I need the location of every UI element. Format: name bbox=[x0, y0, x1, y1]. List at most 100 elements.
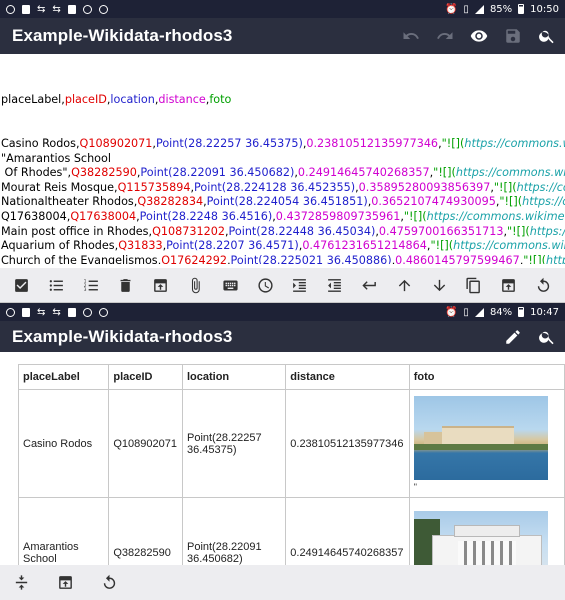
line-image-markup: "![]( bbox=[499, 195, 523, 209]
editor-line: Of Rhodes",Q38282590,Point(28.22091 36.4… bbox=[1, 166, 565, 181]
cell-distance: 0.24914645740268357 bbox=[285, 497, 410, 565]
line-placeid: Q38282590 bbox=[71, 166, 137, 180]
editor-line: Aquarium of Rhodes,Q31833,Point(28.2207 … bbox=[1, 239, 565, 254]
cell-foto bbox=[408, 497, 565, 565]
line-placeid: Q17624292 bbox=[161, 253, 227, 264]
cell-foto: " bbox=[408, 389, 565, 498]
cell-placelabel: Casino Rodos bbox=[17, 389, 110, 498]
copy-icon[interactable] bbox=[463, 274, 485, 296]
casino-photo[interactable] bbox=[413, 395, 548, 480]
open-icon[interactable] bbox=[54, 572, 76, 594]
line-distance: 0.23810512135977346 bbox=[306, 136, 439, 150]
battery-percent: 84% bbox=[489, 306, 513, 318]
app-bar-top: Example-Wikidata-rhodos3 bbox=[0, 18, 565, 54]
clock-icon[interactable] bbox=[254, 274, 276, 296]
column-header: foto bbox=[408, 364, 565, 390]
editor-header-line: placeLabel,placeID,location,distance,fot… bbox=[1, 93, 232, 107]
line-label: "Amarantios School bbox=[1, 151, 111, 165]
usb-icon: ⇆ bbox=[37, 306, 46, 318]
school-photo[interactable] bbox=[413, 510, 548, 565]
line-point: Point(28.225021 36.450886) bbox=[230, 253, 392, 264]
search-icon[interactable] bbox=[537, 327, 557, 347]
line-placeid: Q31833 bbox=[118, 239, 163, 253]
battery-icon bbox=[518, 4, 525, 14]
line-label: Q17638004, bbox=[1, 209, 71, 223]
line-placeid: Q108902071 bbox=[79, 136, 153, 150]
line-distance: 0.35895280093856397 bbox=[358, 180, 491, 194]
cell-location: Point(28.22257 36.45375) bbox=[181, 389, 287, 498]
signal-icon bbox=[474, 4, 484, 14]
save-icon bbox=[22, 4, 30, 14]
header-location: location bbox=[110, 93, 155, 107]
cell-placelabel: Amarantios School bbox=[17, 497, 110, 565]
arrow-down-icon[interactable] bbox=[428, 274, 450, 296]
cell-placeid: Q38282590 bbox=[108, 497, 183, 565]
table-header-row: placeLabel placeID location distance fot… bbox=[17, 364, 565, 390]
editor-line: Church of the Evangelismos,Q17624292,Poi… bbox=[1, 254, 565, 264]
undo-icon[interactable] bbox=[401, 26, 421, 46]
table-row: Amarantios School Q38282590 Point(28.220… bbox=[17, 497, 565, 565]
vibrate-icon: ▯ bbox=[463, 306, 469, 318]
delete-icon[interactable] bbox=[115, 274, 137, 296]
battery-percent: 85% bbox=[489, 3, 513, 15]
column-header: distance bbox=[285, 364, 410, 390]
line-label: Main post office in Rhodes, bbox=[1, 224, 153, 238]
rotate-icon[interactable] bbox=[533, 274, 555, 296]
usb-icon: ⇆ bbox=[37, 3, 46, 15]
line-image-markup: "![]( bbox=[403, 209, 427, 223]
clock-time: 10:47 bbox=[530, 306, 559, 318]
foto-caption: " bbox=[413, 481, 417, 492]
column-header: placeID bbox=[108, 364, 183, 390]
header-foto: foto bbox=[209, 93, 232, 107]
arrow-up-icon[interactable] bbox=[393, 274, 415, 296]
app-title: Example-Wikidata-rhodos3 bbox=[12, 26, 233, 45]
table-row: Casino Rodos Q108902071 Point(28.22257 3… bbox=[17, 389, 565, 498]
preview-pane[interactable]: placeLabel placeID location distance fot… bbox=[0, 352, 565, 565]
numbered-list-icon[interactable]: 123 bbox=[80, 274, 102, 296]
results-table: placeLabel placeID location distance fot… bbox=[17, 364, 565, 565]
line-distance: 0.24914645740268357 bbox=[297, 166, 430, 180]
line-url: https://commons.wikimedia.org/wiki/S bbox=[522, 195, 565, 209]
collapse-icon[interactable] bbox=[10, 572, 32, 594]
save-icon[interactable] bbox=[503, 26, 523, 46]
line-placeid: Q17638004 bbox=[70, 209, 137, 223]
rotate-icon[interactable] bbox=[98, 572, 120, 594]
search-icon[interactable] bbox=[537, 26, 557, 46]
alarm-icon: ⏰ bbox=[444, 3, 458, 15]
keyboard-icon[interactable] bbox=[219, 274, 241, 296]
outdent-icon[interactable] bbox=[324, 274, 346, 296]
enter-icon[interactable] bbox=[359, 274, 381, 296]
editor-lines: Casino Rodos,Q108902071,Point(28.22257 3… bbox=[1, 137, 565, 264]
line-distance: 0.4761231651214864 bbox=[302, 239, 427, 253]
indent-icon[interactable] bbox=[289, 274, 311, 296]
whatsapp-icon bbox=[82, 307, 92, 317]
open-icon[interactable] bbox=[498, 274, 520, 296]
alarm-icon: ⏰ bbox=[444, 306, 458, 318]
csv-editor[interactable]: placeLabel,placeID,location,distance,fot… bbox=[0, 64, 565, 264]
line-url: https://commons.wikimedia.org/wiki/S bbox=[455, 166, 565, 180]
editor-line: Main post office in Rhodes,Q108731202,Po… bbox=[1, 225, 565, 240]
export-icon[interactable] bbox=[150, 274, 172, 296]
bullet-list-icon[interactable] bbox=[45, 274, 67, 296]
editor-line: Nationaltheater Rhodos,Q38282834,Point(2… bbox=[1, 195, 565, 210]
line-url: https://commons.wikimedia.org/wiki/S bbox=[453, 239, 565, 253]
line-point: Point(28.22091 36.450682) bbox=[140, 166, 295, 180]
attachment-icon[interactable] bbox=[184, 274, 206, 296]
cell-location: Point(28.22091 36.450682) bbox=[181, 497, 287, 565]
status-bar-top: ⇆ ⇆ ⏰ ▯ 85% 10:50 bbox=[0, 0, 565, 18]
column-header: placeLabel bbox=[17, 364, 110, 390]
redo-icon[interactable] bbox=[435, 26, 455, 46]
image-icon bbox=[67, 307, 76, 317]
app-title: Example-Wikidata-rhodos3 bbox=[12, 326, 233, 346]
line-distance: 0.4372859809735961 bbox=[275, 209, 401, 223]
eye-icon[interactable] bbox=[469, 26, 489, 46]
editor-line: Q17638004,Q17638004,Point(28.2248 36.451… bbox=[1, 210, 565, 225]
line-label: Nationaltheater Rhodos, bbox=[1, 195, 138, 209]
line-distance: 0.4759700166351713 bbox=[378, 224, 504, 238]
cell-placeid: Q108902071 bbox=[108, 389, 183, 498]
line-image-markup: "![]( bbox=[523, 253, 546, 264]
checkbox-icon[interactable] bbox=[10, 274, 32, 296]
line-placeid: Q115735894 bbox=[117, 180, 191, 194]
edit-icon[interactable] bbox=[503, 327, 523, 347]
line-image-markup: "![]( bbox=[507, 224, 530, 238]
